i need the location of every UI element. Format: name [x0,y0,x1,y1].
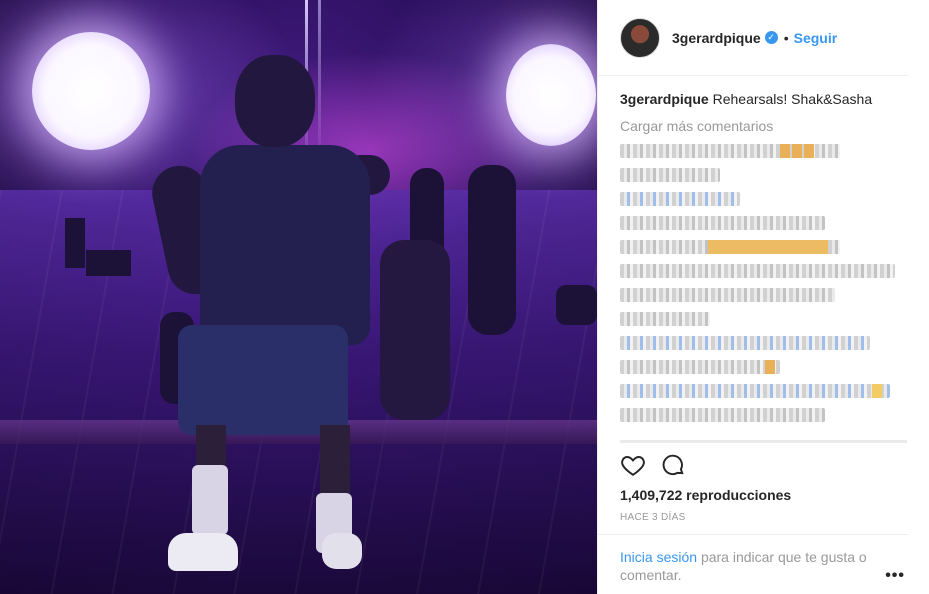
post-timestamp: HACE 3 DÍAS [620,512,686,523]
comment-item [620,168,720,182]
heart-icon[interactable] [620,452,646,483]
comment-item [620,336,870,350]
caption-text: Rehearsals! Shak&Sasha [712,91,873,107]
login-prompt: Inicia sesión para indicar que te gusta … [620,548,890,584]
stage-light-right [506,44,596,146]
action-bar [620,452,686,483]
post-header: 3gerardpique ✓ • Seguir [598,0,909,76]
verified-badge-icon: ✓ [764,31,778,44]
comment-item [620,312,710,326]
equipment-silhouette [556,285,597,325]
post-video[interactable] [0,0,597,594]
username-link[interactable]: 3gerardpique [672,30,761,46]
load-more-comments-button[interactable]: Cargar más comentarios [620,118,907,134]
caption: 3gerardpique Rehearsals! Shak&Sasha [620,90,907,108]
comment-icon[interactable] [660,452,686,483]
person-silhouette [468,165,516,335]
separator-dot: • [783,29,789,46]
more-options-icon[interactable]: ••• [885,567,905,585]
equipment-silhouette [86,250,131,276]
post-sidebar: 3gerardpique ✓ • Seguir 3gerardpique Reh… [597,0,929,594]
comments-list[interactable]: 3gerardpique Rehearsals! Shak&Sasha Carg… [598,76,929,444]
comment-item [620,144,840,158]
comment-item [620,192,740,206]
comment-item [620,360,780,374]
dancing-child [147,55,400,575]
comment-item [620,384,890,398]
comment-item [620,288,835,302]
instagram-post-embed: 3gerardpique ✓ • Seguir 3gerardpique Reh… [0,0,929,594]
login-link[interactable]: Inicia sesión [620,549,697,565]
avatar[interactable] [620,17,660,58]
views-count: 1,409,722 reproducciones [620,487,792,503]
comment-item [620,408,825,422]
comment-item [620,240,840,254]
equipment-silhouette [65,218,85,268]
stage-light-left [32,32,150,150]
caption-username[interactable]: 3gerardpique [620,91,709,107]
login-footer: Inicia sesión para indicar que te gusta … [598,534,909,594]
comments-scroll-edge [620,440,907,443]
comment-item [620,216,825,230]
follow-button[interactable]: Seguir [794,30,838,46]
comment-item [620,264,895,278]
